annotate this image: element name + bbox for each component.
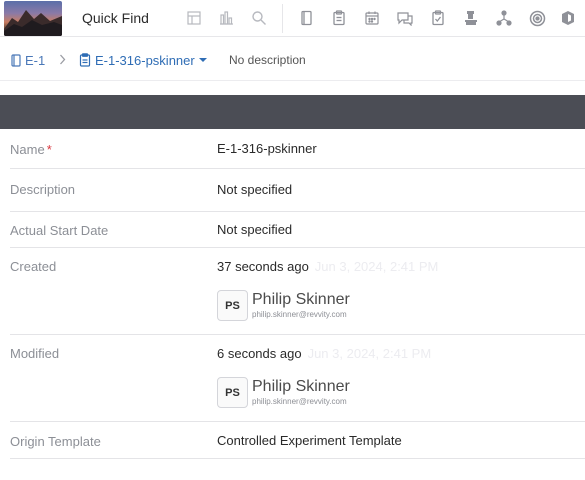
app-logo[interactable] [4, 1, 62, 36]
property-row-start-date: Actual Start Date Not specified [10, 212, 585, 248]
created-relative-time: 37 seconds ago [217, 259, 309, 274]
property-value-origin-template[interactable]: Controlled Experiment Template [217, 433, 402, 448]
comments-icon[interactable] [396, 9, 414, 27]
property-label-modified: Modified [10, 346, 60, 361]
property-row-name: Name * E-1-316-pskinner [10, 129, 585, 169]
calendar-icon[interactable] [363, 9, 381, 27]
user-name: Philip Skinner [252, 291, 350, 308]
property-value-modified: 6 seconds ago Jun 3, 2024, 2:41 PM [217, 346, 431, 361]
badge-icon[interactable] [559, 9, 577, 27]
section-header-band [0, 95, 585, 129]
property-row-description: Description Not specified [10, 169, 585, 212]
user-email: philip.skinner@revvity.com [252, 310, 347, 319]
clipboard-check-icon[interactable] [429, 9, 447, 27]
top-toolbar: Quick Find [0, 0, 585, 37]
property-label-origin-template: Origin Template [10, 434, 101, 449]
breadcrumb: E-1 E-1-316-pskinner No description [0, 37, 585, 81]
property-label-name: Name * [10, 142, 52, 157]
property-value-description[interactable]: Not specified [217, 182, 292, 197]
toolbar-divider [282, 4, 283, 33]
target-icon[interactable] [528, 9, 546, 27]
breadcrumb-entry-dropdown[interactable]: E-1-316-pskinner [79, 52, 207, 68]
created-by-user[interactable]: PS Philip Skinner philip.skinner@revvity… [217, 290, 350, 321]
breadcrumb-description[interactable]: No description [229, 53, 306, 67]
required-marker: * [46, 142, 52, 157]
notebook-icon[interactable] [297, 9, 315, 27]
layout-icon[interactable] [185, 9, 203, 27]
notebook-icon [11, 53, 21, 67]
network-icon[interactable] [495, 9, 513, 27]
property-row-origin-template: Origin Template Controlled Experiment Te… [10, 422, 585, 459]
property-label-created: Created [10, 259, 57, 274]
property-label-description: Description [10, 182, 76, 197]
property-row-created: Created 37 seconds ago Jun 3, 2024, 2:41 … [10, 248, 585, 335]
user-email: philip.skinner@revvity.com [252, 397, 347, 406]
property-row-modified: Modified 6 seconds ago Jun 3, 2024, 2:41 … [10, 335, 585, 422]
modified-relative-time: 6 seconds ago [217, 346, 302, 361]
breadcrumb-experiment-label: E-1 [25, 52, 46, 68]
property-value-name[interactable]: E-1-316-pskinner [217, 141, 317, 156]
property-value-start-date[interactable]: Not specified [217, 222, 292, 237]
clipboard-icon [79, 53, 91, 67]
bar-chart-icon[interactable] [217, 9, 235, 27]
name-label-text: Name [10, 142, 45, 157]
caret-down-icon [198, 58, 207, 62]
search-icon[interactable] [250, 9, 268, 27]
clipboard-icon[interactable] [330, 9, 348, 27]
user-name: Philip Skinner [252, 378, 350, 395]
modified-timestamp: Jun 3, 2024, 2:41 PM [307, 346, 432, 361]
property-value-created: 37 seconds ago Jun 3, 2024, 2:41 PM [217, 259, 438, 274]
avatar: PS [217, 290, 248, 321]
quick-find-button[interactable]: Quick Find [82, 10, 149, 26]
breadcrumb-entry-label: E-1-316-pskinner [95, 52, 195, 68]
chevron-right-icon [60, 54, 66, 65]
flask-icon[interactable] [462, 9, 480, 27]
created-timestamp: Jun 3, 2024, 2:41 PM [314, 259, 439, 274]
property-label-start-date: Actual Start Date [10, 223, 109, 238]
modified-by-user[interactable]: PS Philip Skinner philip.skinner@revvity… [217, 377, 350, 408]
avatar: PS [217, 377, 248, 408]
breadcrumb-experiment-link[interactable]: E-1 [11, 52, 45, 68]
